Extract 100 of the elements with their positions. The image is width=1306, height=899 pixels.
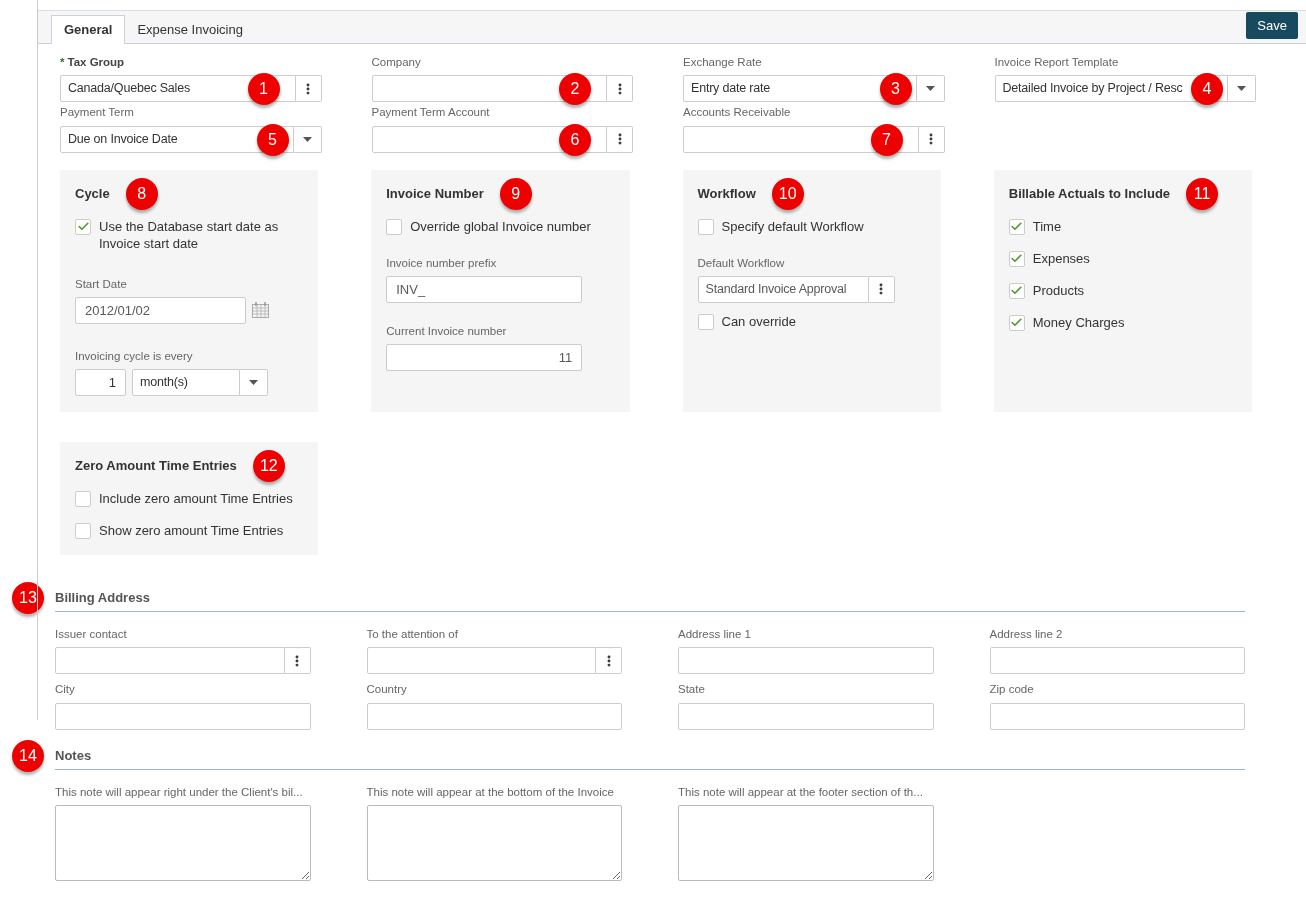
field-label: Default Workflow (697, 255, 786, 271)
check-icon (1010, 252, 1024, 265)
field-label: Current Invoice number (386, 323, 508, 339)
more-button[interactable] (607, 125, 633, 153)
caret-icon (302, 136, 312, 142)
field-label: Address line 2 (989, 627, 1064, 642)
save-button[interactable]: Save (1246, 12, 1298, 39)
checkbox-label: Override global Invoice number (410, 217, 591, 235)
dropdown-field[interactable]: month(s) (132, 369, 240, 396)
lookup-field[interactable] (683, 125, 919, 153)
lookup-field[interactable] (366, 647, 596, 675)
lookup-field[interactable] (371, 125, 607, 153)
caret-icon (925, 86, 935, 92)
dropdown-button[interactable] (1228, 75, 1256, 103)
field-label: Issuer contact (55, 627, 128, 642)
checkbox[interactable] (75, 523, 91, 539)
checkbox[interactable] (1008, 218, 1025, 235)
check-icon (1010, 284, 1024, 297)
more-button[interactable] (295, 75, 322, 103)
more-button[interactable] (918, 125, 945, 153)
calendar-icon[interactable] (252, 302, 269, 319)
dropdown-button[interactable] (293, 125, 322, 153)
checkbox[interactable] (75, 218, 91, 235)
panel-title: Workflow (697, 184, 756, 203)
tab[interactable]: Expense Invoicing (125, 15, 255, 44)
more-button[interactable] (284, 647, 311, 675)
input-field[interactable] (366, 702, 622, 730)
field-label: Invoicing cycle is every (75, 348, 194, 364)
field-label: State (678, 682, 706, 698)
checkbox[interactable] (697, 218, 714, 235)
dropdown-button[interactable] (916, 75, 945, 103)
callout-marker: 9 (499, 177, 532, 210)
input-field[interactable]: INV_ (386, 275, 583, 303)
lookup-field[interactable] (371, 75, 607, 103)
checkbox[interactable] (75, 491, 91, 507)
caret-icon (1237, 86, 1246, 92)
tab[interactable]: General (51, 15, 126, 44)
callout-marker: 6 (559, 123, 591, 156)
notes-textarea[interactable] (366, 804, 622, 881)
checkbox-label: Use the Database start date as Invoice start date (99, 217, 280, 252)
checkbox-label: Money Charges (1032, 313, 1125, 331)
input-field[interactable]: 1 (75, 369, 126, 396)
input-field[interactable]: 11 (386, 344, 583, 371)
callout-marker: 8 (125, 177, 158, 210)
input-field[interactable] (678, 647, 934, 675)
more-button[interactable] (868, 275, 895, 303)
callout-marker: 10 (771, 177, 804, 210)
callout-marker: 5 (256, 123, 289, 156)
checkbox-label: Specify default Workflow (721, 217, 864, 235)
lookup-field[interactable]: Standard Invoice Approval (697, 275, 869, 303)
field-label: Payment Term Account (371, 105, 491, 121)
required-mark: * (60, 55, 65, 70)
input-field[interactable]: 2012/01/02 (75, 296, 246, 324)
lookup-field[interactable] (55, 647, 285, 675)
panel-title: Zero Amount Time Entries (75, 457, 237, 476)
checkbox[interactable] (697, 313, 714, 330)
check-icon (76, 220, 90, 233)
checkbox-label: Time (1032, 217, 1062, 235)
more-button[interactable] (607, 75, 633, 103)
field-label: Zip code (989, 682, 1035, 698)
field-label: Exchange Rate (683, 55, 763, 70)
checkbox-label: Can override (721, 312, 796, 330)
checkbox-label: Expenses (1032, 249, 1090, 267)
checkbox-label: Products (1032, 281, 1085, 299)
section-title: Billing Address (55, 589, 150, 608)
field-label: This note will appear at the bottom of the Invoice (366, 784, 615, 800)
field-label: Invoice number prefix (386, 255, 498, 271)
checkbox[interactable] (1008, 282, 1025, 299)
field-label: This note will appear at the footer section of th... (678, 784, 924, 800)
callout-marker: 4 (1191, 73, 1223, 106)
notes-textarea[interactable] (678, 804, 934, 881)
input-field[interactable] (989, 702, 1245, 730)
field-label: Company (371, 55, 422, 70)
callout-marker: 2 (559, 73, 591, 106)
callout-marker: 12 (252, 450, 285, 482)
checkbox-label: Show zero amount Time Entries (99, 522, 284, 539)
input-field[interactable] (55, 702, 311, 730)
notes-textarea[interactable] (55, 804, 311, 881)
check-icon (1010, 316, 1024, 329)
callout-marker: 14 (12, 739, 44, 772)
field-label: Accounts Receivable (683, 105, 792, 121)
more-button[interactable] (596, 647, 622, 675)
checkbox[interactable] (1008, 314, 1025, 331)
field-label: To the attention of (366, 627, 459, 642)
callout-marker: 11 (1186, 177, 1219, 210)
field-label: Address line 1 (678, 627, 752, 642)
field-label: Start Date (75, 276, 128, 292)
dropdown-button[interactable] (240, 369, 268, 396)
checkbox-label: Include zero amount Time Entries (99, 490, 293, 507)
check-icon (1010, 220, 1024, 233)
checkbox[interactable] (386, 218, 403, 235)
checkbox[interactable] (1008, 250, 1025, 267)
field-label: Invoice Report Template (994, 55, 1120, 70)
panel-title: Invoice Number (386, 184, 484, 203)
field-label: Country (366, 682, 408, 698)
caret-icon (249, 380, 258, 385)
field-label: Payment Term (60, 105, 135, 121)
input-field[interactable] (678, 702, 934, 730)
callout-marker: 7 (870, 123, 903, 156)
input-field[interactable] (989, 647, 1245, 675)
